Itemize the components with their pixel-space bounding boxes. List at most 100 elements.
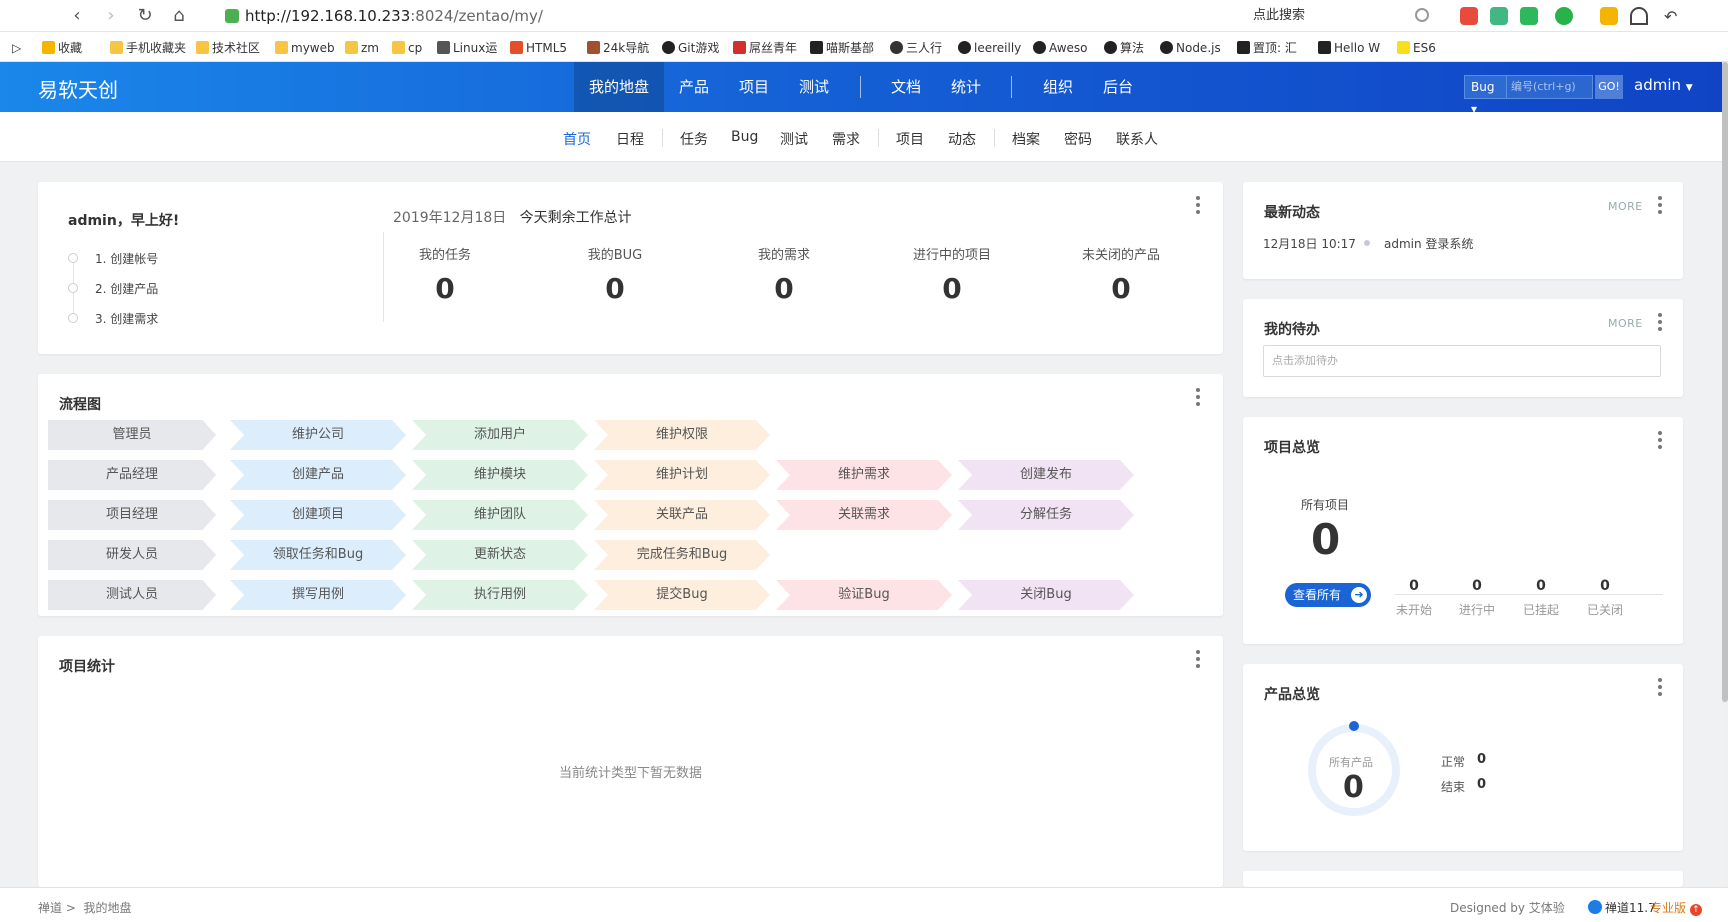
- search-icon[interactable]: [1415, 8, 1429, 22]
- flow-step[interactable]: 撰写用例: [230, 580, 406, 610]
- version-link[interactable]: 禅道11.7: [1588, 899, 1656, 916]
- flow-step[interactable]: 维护公司: [230, 420, 406, 450]
- quick-search-input[interactable]: 编号(ctrl+g): [1507, 75, 1593, 99]
- nav-company[interactable]: 组织: [1032, 62, 1084, 112]
- bookmark-item[interactable]: Linux运: [437, 40, 497, 56]
- nav-test[interactable]: 测试: [788, 62, 840, 112]
- back-icon[interactable]: ‹: [66, 5, 88, 27]
- bookmark-item[interactable]: ES6: [1397, 40, 1436, 56]
- flow-step[interactable]: 维护权限: [594, 420, 770, 450]
- apps-icon[interactable]: [1600, 7, 1618, 25]
- bookmark-item[interactable]: zm: [345, 40, 379, 56]
- subnav-test[interactable]: 测试: [780, 129, 808, 149]
- flow-step[interactable]: 维护计划: [594, 460, 770, 490]
- extension-icon[interactable]: [1460, 7, 1478, 25]
- more-options-icon[interactable]: [1657, 313, 1663, 331]
- translate-icon[interactable]: [1555, 7, 1573, 25]
- more-options-icon[interactable]: [1195, 196, 1201, 214]
- bookmark-item[interactable]: 技术社区: [196, 40, 260, 56]
- subnav-task[interactable]: 任务: [680, 129, 708, 149]
- nav-project[interactable]: 项目: [728, 62, 780, 112]
- flow-step[interactable]: 创建产品: [230, 460, 406, 490]
- bookmark-item[interactable]: 三人行: [890, 40, 942, 56]
- nav-my[interactable]: 我的地盘: [574, 62, 664, 112]
- subnav-password[interactable]: 密码: [1064, 129, 1092, 149]
- subnav-home[interactable]: 首页: [563, 129, 591, 149]
- more-link[interactable]: MORE: [1608, 317, 1643, 330]
- search-type-select[interactable]: Bug ▾: [1464, 75, 1507, 116]
- flow-step[interactable]: 维护需求: [776, 460, 952, 490]
- flow-step[interactable]: 领取任务和Bug: [230, 540, 406, 570]
- subnav-dynamic[interactable]: 动态: [948, 129, 976, 149]
- bookmark-item[interactable]: 收藏: [42, 40, 82, 56]
- forward-icon[interactable]: ›: [100, 5, 122, 27]
- bookmark-item[interactable]: 手机收藏夹: [110, 40, 186, 56]
- flow-step[interactable]: 验证Bug: [776, 580, 952, 610]
- more-link[interactable]: MORE: [1608, 200, 1643, 213]
- activity-text[interactable]: admin 登录系统: [1384, 235, 1473, 252]
- flow-step[interactable]: 执行用例: [412, 580, 588, 610]
- more-options-icon[interactable]: [1657, 431, 1663, 449]
- nav-product[interactable]: 产品: [668, 62, 720, 112]
- bookmark-item[interactable]: Aweso: [1033, 40, 1088, 56]
- breadcrumb-current[interactable]: 我的地盘: [84, 901, 132, 915]
- bookmark-item[interactable]: 喵斯基部: [810, 40, 874, 56]
- flow-step[interactable]: 关闭Bug: [958, 580, 1134, 610]
- add-todo-input[interactable]: 点击添加待办: [1263, 345, 1661, 377]
- browser-search-input[interactable]: 点此搜索: [1245, 4, 1430, 28]
- breadcrumb-home[interactable]: 禅道: [38, 901, 62, 915]
- flow-step[interactable]: 创建项目: [230, 500, 406, 530]
- sidebar-toggle-icon[interactable]: ▷: [12, 40, 21, 56]
- designed-by[interactable]: Designed by 艾体验: [1450, 899, 1565, 916]
- flow-step[interactable]: 创建发布: [958, 460, 1134, 490]
- stat-value[interactable]: 0: [882, 272, 1022, 305]
- nav-report[interactable]: 统计: [940, 62, 992, 112]
- bookmark-item[interactable]: 置顶: 汇: [1237, 40, 1297, 56]
- subnav-project[interactable]: 项目: [896, 129, 924, 149]
- stat-value[interactable]: 0: [375, 272, 515, 305]
- subnav-bug[interactable]: Bug: [731, 129, 758, 145]
- go-button[interactable]: GO!: [1595, 75, 1623, 99]
- bookmark-item[interactable]: leereilly: [958, 40, 1021, 56]
- headphones-icon[interactable]: [1630, 7, 1648, 25]
- more-options-icon[interactable]: [1195, 388, 1201, 406]
- step-item[interactable]: 3. 创建需求: [95, 310, 158, 327]
- subnav-contacts[interactable]: 联系人: [1116, 129, 1158, 149]
- view-all-button[interactable]: 查看所有 ➜: [1285, 583, 1371, 607]
- step-item[interactable]: 1. 创建帐号: [95, 250, 158, 267]
- bookmark-item[interactable]: Node.js: [1160, 40, 1221, 56]
- stat-value[interactable]: 0: [545, 272, 685, 305]
- flow-step[interactable]: 完成任务和Bug: [594, 540, 770, 570]
- bookmark-item[interactable]: Hello W: [1318, 40, 1380, 56]
- undo-icon[interactable]: ↶: [1664, 7, 1682, 26]
- bookmark-item[interactable]: 屌丝青年: [733, 40, 797, 56]
- home-icon[interactable]: ⌂: [168, 5, 190, 27]
- flow-step[interactable]: 添加用户: [412, 420, 588, 450]
- nav-admin[interactable]: 后台: [1092, 62, 1144, 112]
- vuejs-icon[interactable]: [1520, 7, 1538, 25]
- stat-value[interactable]: 0: [714, 272, 854, 305]
- stat-value[interactable]: 0: [1051, 272, 1191, 305]
- user-menu[interactable]: admin ▼: [1634, 76, 1693, 94]
- subnav-story[interactable]: 需求: [832, 129, 860, 149]
- subnav-calendar[interactable]: 日程: [616, 129, 644, 149]
- bookmark-item[interactable]: myweb: [275, 40, 335, 56]
- flow-step[interactable]: 关联需求: [776, 500, 952, 530]
- flow-step[interactable]: 分解任务: [958, 500, 1134, 530]
- address-bar[interactable]: http://192.168.10.233:8024/zentao/my/: [225, 4, 1215, 28]
- step-item[interactable]: 2. 创建产品: [95, 280, 158, 297]
- bookmark-item[interactable]: Git游戏: [662, 40, 719, 56]
- scrollbar-thumb[interactable]: [1722, 62, 1728, 702]
- bookmark-item[interactable]: HTML5: [510, 40, 567, 56]
- brand-logo[interactable]: 易软天创: [38, 74, 118, 103]
- flow-step[interactable]: 维护模块: [412, 460, 588, 490]
- more-options-icon[interactable]: [1195, 650, 1201, 668]
- flow-step[interactable]: 提交Bug: [594, 580, 770, 610]
- reload-icon[interactable]: ↻: [134, 5, 156, 27]
- subnav-profile[interactable]: 档案: [1012, 129, 1040, 149]
- bookmark-item[interactable]: 算法: [1104, 40, 1144, 56]
- bookmark-item[interactable]: 24k导航: [587, 40, 649, 56]
- flow-step[interactable]: 维护团队: [412, 500, 588, 530]
- bookmark-item[interactable]: cp: [392, 40, 422, 56]
- flow-step[interactable]: 更新状态: [412, 540, 588, 570]
